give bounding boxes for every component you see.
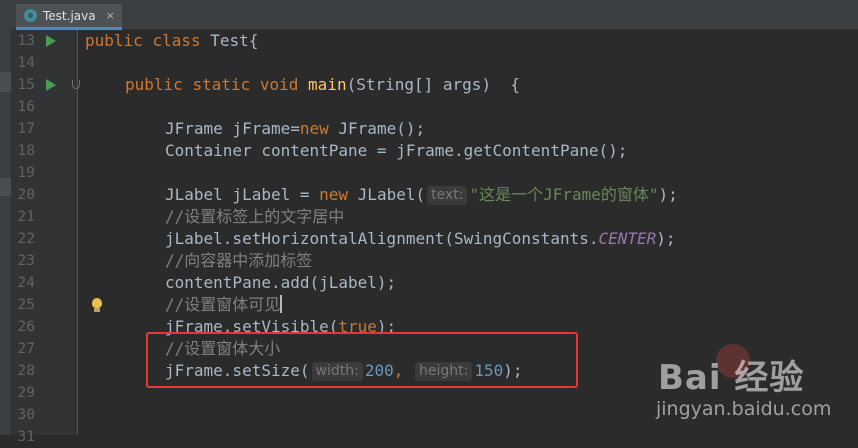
line-number: 13 (17, 33, 35, 49)
line-number: 24 (17, 275, 35, 291)
line-number: 26 (17, 319, 35, 335)
line-number: 21 (17, 209, 35, 225)
close-icon[interactable]: × (106, 9, 115, 22)
code-line-23[interactable]: //向容器中添加标签 (165, 250, 312, 272)
line-number: 20 (17, 187, 35, 203)
line-number: 30 (17, 407, 35, 423)
code-line-22[interactable]: jLabel.setHorizontalAlignment(SwingConst… (165, 228, 676, 250)
code-line-17[interactable]: JFrame jFrame=new JFrame(); (165, 118, 425, 140)
code-line-21[interactable]: //设置标签上的文字居中 (165, 206, 344, 228)
code-line-18[interactable]: Container contentPane = jFrame.getConten… (165, 140, 627, 162)
watermark-url: jingyan.baidu.com (656, 398, 832, 420)
line-number: 31 (17, 429, 35, 445)
code-line-15[interactable]: public static void main(String[] args) { (125, 74, 520, 96)
line-number: 15 (17, 77, 35, 93)
line-number: 23 (17, 253, 35, 269)
line-number: 17 (17, 121, 35, 137)
run-icon[interactable] (46, 79, 56, 91)
line-number: 19 (17, 165, 35, 181)
watermark-brand: Bai 经验 (658, 358, 805, 398)
line-number: 22 (17, 231, 35, 247)
baidu-watermark: Bai 经验 jingyan.baidu.com (650, 340, 855, 430)
highlight-annotation-box (146, 332, 578, 388)
line-number: 29 (17, 385, 35, 401)
line-number: 18 (17, 143, 35, 159)
tab-label: Test.java (43, 8, 96, 23)
line-number: 28 (17, 363, 35, 379)
code-line-25[interactable]: //设置窗体可见 (165, 294, 282, 316)
java-class-icon (24, 9, 37, 22)
code-line-20[interactable]: JLabel jLabel = new JLabel(text: "这是一个JFr… (165, 184, 678, 206)
line-number: 25 (17, 297, 35, 313)
line-number: 16 (17, 99, 35, 115)
param-hint-text: text: (427, 186, 468, 205)
line-number: 14 (17, 55, 35, 71)
run-icon[interactable] (46, 35, 56, 47)
editor-tab-bar: Test.java × (11, 0, 858, 30)
code-line-13[interactable]: public class Test{ (85, 30, 258, 52)
line-number: 27 (17, 341, 35, 357)
code-line-24[interactable]: contentPane.add(jLabel); (165, 272, 396, 294)
editor-tab-test-java[interactable]: Test.java × (16, 4, 122, 30)
text-caret (280, 295, 282, 313)
